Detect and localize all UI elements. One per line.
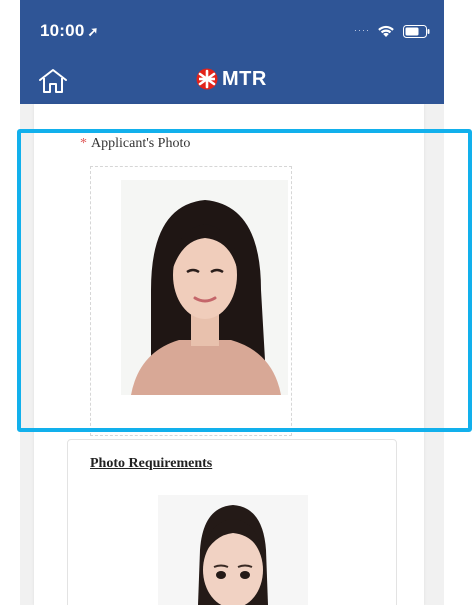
status-time-text: 10:00	[40, 21, 85, 40]
home-icon	[39, 69, 67, 93]
app-screen: 10:00 ➚ ···· MTR * Applicant's Photo Pho…	[0, 0, 474, 605]
location-arrow-icon: ➚	[87, 24, 99, 39]
applicant-photo	[121, 180, 288, 395]
home-button[interactable]	[38, 68, 68, 94]
applicant-photo-label: * Applicant's Photo	[80, 136, 190, 152]
photo-label-text: Applicant's Photo	[91, 136, 191, 151]
photo-requirements-title: Photo Requirements	[90, 456, 213, 471]
mtr-logo-text: MTR	[222, 67, 267, 90]
mtr-logo: MTR	[196, 66, 267, 92]
required-marker: *	[80, 136, 87, 151]
battery-icon	[403, 25, 430, 38]
sample-photo	[158, 495, 308, 605]
mtr-logo-icon	[196, 68, 218, 90]
cellular-signal-icon: ····	[354, 25, 370, 35]
status-bar-time: 10:00 ➚	[40, 21, 99, 41]
wifi-icon	[378, 25, 394, 37]
